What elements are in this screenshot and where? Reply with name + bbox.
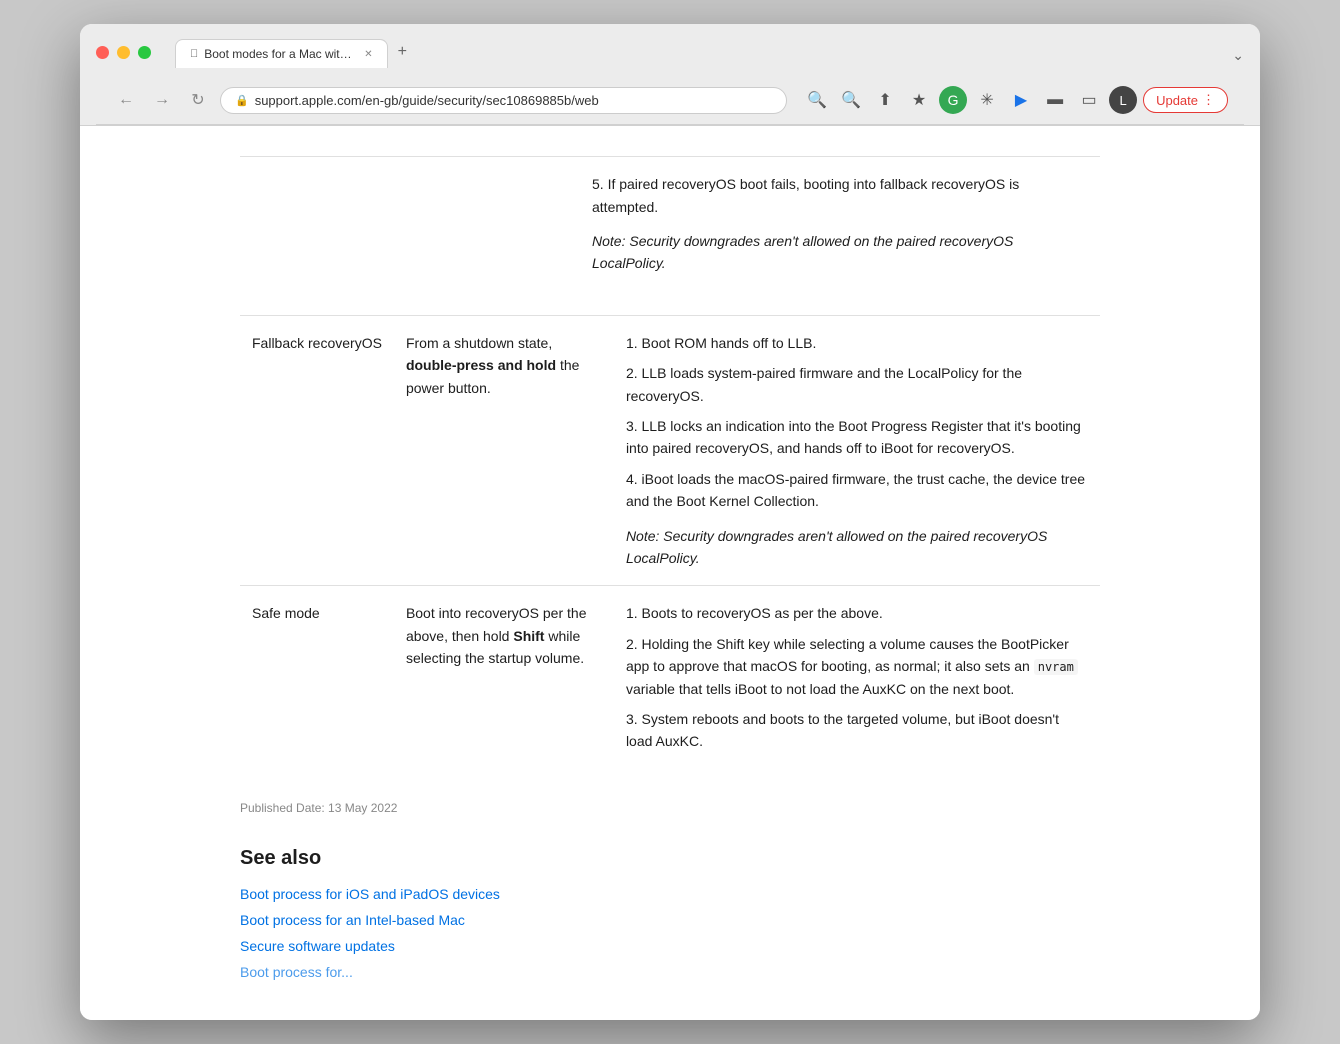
- back-button[interactable]: ←: [112, 86, 140, 114]
- list-item: 3. LLB locks an indication into the Boot…: [626, 415, 1088, 460]
- table-cell-empty2: [360, 157, 580, 291]
- extension-icon-puzzle[interactable]: ▬: [1041, 86, 1069, 114]
- content-area: 5. If paired recoveryOS boot fails, boot…: [80, 126, 1260, 1019]
- list-item: 1. Boots to recoveryOS as per the above.: [626, 602, 1088, 624]
- tab-title: Boot modes for a Mac with Ap: [204, 47, 354, 61]
- content-table-main: Fallback recoveryOS From a shutdown stat…: [240, 315, 1100, 777]
- tabs-right-chevron[interactable]: ⌄: [1232, 43, 1244, 68]
- fallback-steps-list: 1. Boot ROM hands off to LLB. 2. LLB loa…: [626, 332, 1088, 513]
- list-item: 2. LLB loads system-paired firmware and …: [626, 362, 1088, 407]
- published-date: Published Date: 13 May 2022: [240, 801, 1100, 815]
- tabs-row:  Boot modes for a Mac with Ap ✕ + ⌄: [175, 36, 1244, 68]
- list-item: 4. iBoot loads the macOS-paired firmware…: [626, 468, 1088, 513]
- bookmark-icon[interactable]: ★: [905, 86, 933, 114]
- maximize-button[interactable]: [138, 46, 151, 59]
- profile-icon[interactable]: L: [1109, 86, 1137, 114]
- title-bar:  Boot modes for a Mac with Ap ✕ + ⌄ ← →…: [80, 24, 1260, 126]
- lock-icon: 🔒: [235, 94, 249, 107]
- top-section: 5. If paired recoveryOS boot fails, boot…: [240, 156, 1100, 291]
- see-also-link-ios[interactable]: Boot process for iOS and iPadOS devices: [240, 886, 1100, 902]
- forward-button[interactable]: →: [148, 86, 176, 114]
- chevron-down-icon: ⌄: [1232, 47, 1244, 63]
- tab-close-icon[interactable]: ✕: [364, 49, 372, 60]
- code-nvram: nvram: [1034, 659, 1078, 675]
- address-bar-row: ← → ↻ 🔒 support.apple.com/en-gb/guide/se…: [96, 78, 1244, 125]
- see-also-link-intel[interactable]: Boot process for an Intel-based Mac: [240, 912, 1100, 928]
- sidebar-icon[interactable]: ▭: [1075, 86, 1103, 114]
- apple-icon: : [190, 48, 198, 60]
- top-note: Note: Security downgrades aren't allowed…: [592, 230, 1088, 275]
- address-bar[interactable]: 🔒 support.apple.com/en-gb/guide/security…: [220, 87, 787, 114]
- table-row-fallback: Fallback recoveryOS From a shutdown stat…: [240, 315, 1100, 586]
- search-icon[interactable]: 🔍: [803, 86, 831, 114]
- content-table-top: 5. If paired recoveryOS boot fails, boot…: [240, 156, 1100, 291]
- share-icon[interactable]: ⬆: [871, 86, 899, 114]
- list-item: 1. Boot ROM hands off to LLB.: [626, 332, 1088, 354]
- table-cell-top-items: 5. If paired recoveryOS boot fails, boot…: [580, 157, 1100, 291]
- minimize-button[interactable]: [117, 46, 130, 59]
- refresh-button[interactable]: ↻: [184, 86, 212, 114]
- fallback-note: Note: Security downgrades aren't allowed…: [626, 525, 1088, 570]
- update-button[interactable]: Update ⋮: [1143, 87, 1228, 113]
- safe-mode-steps-list: 1. Boots to recoveryOS as per the above.…: [626, 602, 1088, 752]
- update-menu-icon: ⋮: [1202, 92, 1215, 108]
- list-item: 3. System reboots and boots to the targe…: [626, 708, 1088, 753]
- close-button[interactable]: [96, 46, 109, 59]
- zoom-icon[interactable]: 🔍: [837, 86, 865, 114]
- table-cell-empty: [240, 157, 360, 291]
- traffic-lights: [96, 46, 151, 59]
- see-also-links: Boot process for iOS and iPadOS devices …: [240, 886, 1100, 980]
- table-cell-action-fallback: From a shutdown state, double-press and …: [394, 315, 614, 586]
- title-bar-top:  Boot modes for a Mac with Ap ✕ + ⌄: [96, 36, 1244, 68]
- list-item: 5. If paired recoveryOS boot fails, boot…: [592, 173, 1088, 218]
- note-label: Note:: [592, 233, 625, 249]
- see-also-section: See also Boot process for iOS and iPadOS…: [240, 847, 1100, 980]
- bold-text-fallback: double-press and hold: [406, 357, 556, 373]
- note-label-fallback: Note:: [626, 528, 659, 544]
- extension-icon-translate[interactable]: ▶: [1007, 86, 1035, 114]
- list-item: 2. Holding the Shift key while selecting…: [626, 633, 1088, 700]
- browser-window:  Boot modes for a Mac with Ap ✕ + ⌄ ← →…: [80, 24, 1260, 1019]
- bold-text-shift: Shift: [513, 628, 544, 644]
- extension-icon-sparkle[interactable]: ✳: [973, 86, 1001, 114]
- update-label: Update: [1156, 93, 1198, 108]
- table-row-top: 5. If paired recoveryOS boot fails, boot…: [240, 157, 1100, 291]
- toolbar-icons: 🔍 🔍 ⬆ ★ G ✳ ▶ ▬ ▭ L Update ⋮: [803, 86, 1228, 114]
- see-also-heading: See also: [240, 847, 1100, 870]
- see-also-link-partial[interactable]: Boot process for...: [240, 964, 1100, 980]
- extension-icon-green[interactable]: G: [939, 86, 967, 114]
- url-text: support.apple.com/en-gb/guide/security/s…: [255, 93, 772, 108]
- table-cell-action-safe: Boot into recoveryOS per the above, then…: [394, 586, 614, 777]
- see-also-link-secure-updates[interactable]: Secure software updates: [240, 938, 1100, 954]
- table-row-safe-mode: Safe mode Boot into recoveryOS per the a…: [240, 586, 1100, 777]
- table-cell-steps-fallback: 1. Boot ROM hands off to LLB. 2. LLB loa…: [614, 315, 1100, 586]
- table-cell-steps-safe: 1. Boots to recoveryOS as per the above.…: [614, 586, 1100, 777]
- table-cell-mode-fallback: Fallback recoveryOS: [240, 315, 394, 586]
- new-tab-button[interactable]: +: [388, 36, 417, 68]
- browser-tab[interactable]:  Boot modes for a Mac with Ap ✕: [175, 39, 388, 68]
- top-numbered-list: 5. If paired recoveryOS boot fails, boot…: [592, 173, 1088, 218]
- table-cell-mode-safe: Safe mode: [240, 586, 394, 777]
